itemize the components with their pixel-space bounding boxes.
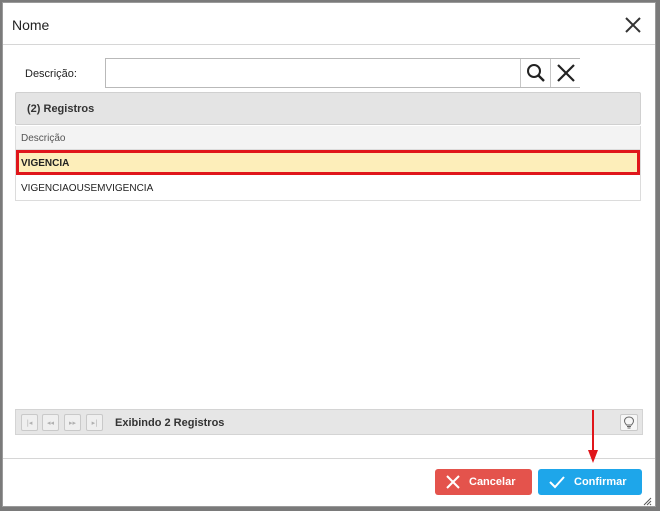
first-page-button[interactable]: |◂	[21, 414, 38, 431]
cancel-button-label: Cancelar	[469, 476, 516, 488]
column-header-label: Descrição	[21, 133, 66, 144]
search-input[interactable]	[106, 59, 520, 87]
dialog: Nome Descrição: (2) Registros Descrição …	[2, 2, 656, 507]
table-row[interactable]: VIGENCIA	[16, 150, 640, 175]
pager: |◂ ◂◂ ▸▸ ▸| Exibindo 2 Registros	[15, 409, 643, 435]
row-label: VIGENCIA	[21, 158, 70, 169]
dialog-titlebar: Nome	[3, 3, 655, 45]
search-icon[interactable]	[520, 59, 550, 87]
row-label: VIGENCIAOUSEMVIGENCIA	[21, 183, 154, 194]
prev-page-button[interactable]: ◂◂	[42, 414, 59, 431]
column-header-descricao[interactable]: Descrição	[15, 126, 641, 150]
footer-divider	[3, 458, 655, 459]
grid-rows: VIGENCIA VIGENCIAOUSEMVIGENCIA	[15, 150, 641, 201]
clear-icon[interactable]	[550, 59, 580, 87]
search-label: Descrição:	[25, 68, 77, 80]
dialog-title: Nome	[12, 17, 50, 33]
search-box	[105, 58, 580, 88]
confirm-button-label: Confirmar	[574, 476, 627, 488]
x-icon	[445, 474, 461, 490]
cancel-button[interactable]: Cancelar	[435, 469, 532, 495]
grid-header-count: (2) Registros	[27, 103, 95, 115]
annotation-arrow-icon	[587, 410, 599, 464]
table-row[interactable]: VIGENCIAOUSEMVIGENCIA	[16, 175, 640, 200]
grid-header: (2) Registros	[15, 92, 641, 125]
last-page-button[interactable]: ▸|	[86, 414, 103, 431]
results-grid: (2) Registros Descrição VIGENCIA VIGENCI…	[15, 92, 641, 202]
resize-grip-icon[interactable]	[642, 493, 652, 506]
lightbulb-icon[interactable]	[620, 414, 638, 431]
confirm-button[interactable]: Confirmar	[538, 469, 642, 495]
pager-status: Exibindo 2 Registros	[115, 417, 225, 429]
next-page-button[interactable]: ▸▸	[64, 414, 81, 431]
close-icon[interactable]	[623, 15, 643, 35]
check-icon	[548, 475, 566, 489]
